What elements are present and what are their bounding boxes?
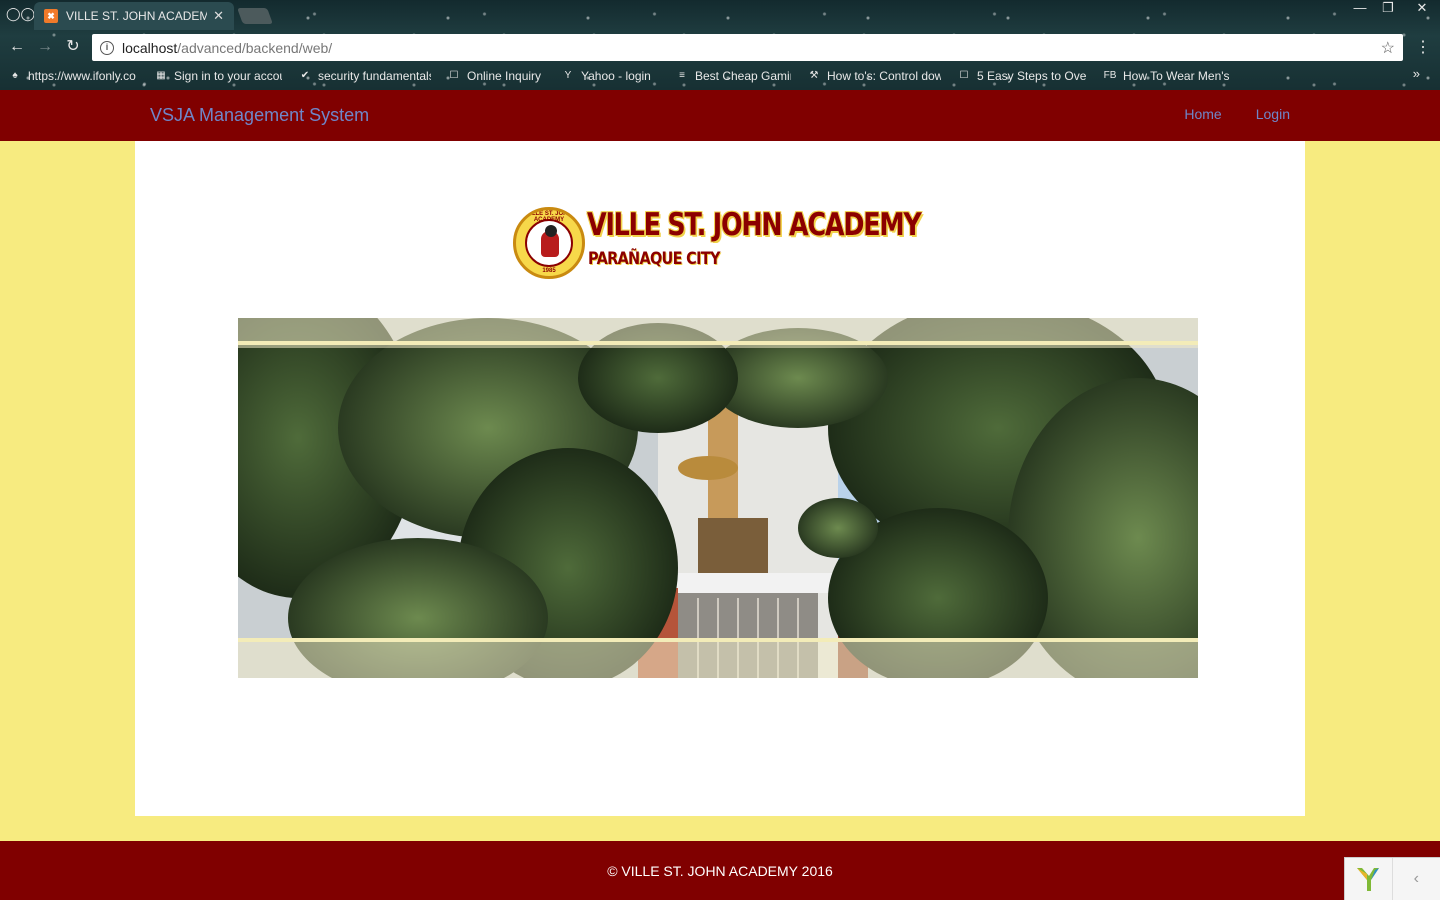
check-badge-icon: ✔ — [300, 70, 310, 81]
nav-links: Home Login — [1150, 106, 1290, 122]
logo-subtitle: PARAÑAQUE CITY — [588, 249, 720, 269]
bookmark-item[interactable]: ✔ security fundamentals — [298, 69, 431, 83]
site-navbar: VSJA Management System Home Login — [0, 90, 1440, 141]
bookmark-label: 5 Easy Steps to Overc — [977, 69, 1087, 83]
bookmark-label: How To Wear Men's S — [1123, 69, 1229, 83]
yii-debug-toolbar[interactable]: ‹ — [1344, 857, 1440, 900]
restore-icon[interactable]: ❐ — [1374, 0, 1402, 18]
bookmark-label: Sign in to your accou — [174, 69, 282, 83]
close-tab-icon[interactable]: ✕ — [213, 8, 224, 24]
bookmarks-bar: ♠ https://www.ifonly.co ▦ Sign in to your a… — [0, 64, 1440, 88]
minimize-icon[interactable]: — — [1346, 0, 1374, 18]
school-logo: VILLE ST. JOHN ACADEMY 1985 VILLE ST. JO… — [513, 207, 923, 281]
brand-link[interactable]: VSJA Management System — [150, 105, 369, 126]
address-bar[interactable]: i localhost/advanced/backend/web/ ☆ — [92, 34, 1403, 61]
tab-title: VILLE ST. JOHN ACADEM — [66, 9, 208, 23]
bookmark-label: security fundamentals — [318, 69, 431, 83]
bookmark-label: Best Cheap Gaming — [695, 69, 791, 83]
url-path: /advanced/backend/web/ — [177, 39, 333, 56]
reload-icon[interactable]: ↻ — [62, 36, 84, 58]
bookmark-item[interactable]: ▦ Sign in to your accou — [154, 69, 282, 83]
debug-toggle-chevron-icon[interactable]: ‹ — [1393, 858, 1440, 900]
seal-year-text: 1985 — [542, 268, 556, 274]
bookmark-item[interactable]: ⚒ How to's: Control dow — [807, 69, 941, 83]
bookmark-item[interactable]: ☐ Online Inquiry — [447, 69, 545, 83]
fb-icon: FB — [1103, 70, 1117, 81]
bookmark-item[interactable]: ☐ 5 Easy Steps to Overc — [957, 69, 1087, 83]
bookmark-label: Online Inquiry — [467, 69, 542, 83]
new-tab-button[interactable] — [237, 8, 273, 24]
xampp-icon: ✖ — [44, 9, 58, 23]
back-icon[interactable]: ← — [6, 36, 28, 58]
url-host: localhost — [122, 39, 178, 56]
bookmark-label: Yahoo - login — [581, 69, 651, 83]
bookmark-item[interactable]: ≡ Best Cheap Gaming — [675, 69, 791, 83]
bookmark-label: https://www.ifonly.co — [28, 69, 136, 83]
bookmark-label: How to's: Control dow — [827, 69, 941, 83]
browser-tab[interactable]: ✖ VILLE ST. JOHN ACADEM ✕ — [34, 2, 234, 30]
ifonly-icon: ♠ — [12, 70, 18, 81]
school-seal-icon: VILLE ST. JOHN ACADEMY 1985 — [513, 207, 585, 279]
page-icon: ☐ — [959, 70, 969, 81]
site-footer: © VILLE ST. JOHN ACADEMY 2016 — [0, 841, 1440, 900]
microsoft-icon: ▦ — [156, 70, 166, 81]
bookmark-item[interactable]: Y Yahoo - login — [561, 69, 659, 83]
tab-strip: ◯◯ ✖ VILLE ST. JOHN ACADEM ✕ — ❐ ✕ — [0, 0, 1440, 30]
bookmark-star-icon[interactable]: ☆ — [1381, 38, 1395, 58]
forward-icon[interactable]: → — [34, 36, 56, 58]
nav-home-link[interactable]: Home — [1184, 106, 1221, 122]
page-icon: ☐ — [449, 70, 459, 81]
yii-logo-icon[interactable] — [1345, 858, 1393, 900]
site-icon: ≡ — [679, 70, 685, 81]
browser-chrome: ◯◯ ✖ VILLE ST. JOHN ACADEM ✕ — ❐ ✕ ← → ↻… — [0, 0, 1440, 90]
browser-menu-icon[interactable]: ⋮ — [1414, 37, 1432, 57]
yahoo-icon: Y — [564, 70, 572, 81]
window-close-icon[interactable]: ✕ — [1402, 0, 1440, 18]
logo-title: VILLE ST. JOHN ACADEMY — [587, 207, 922, 243]
nav-login-link[interactable]: Login — [1256, 106, 1290, 122]
bookmark-item[interactable]: ♠ https://www.ifonly.co — [8, 69, 138, 83]
footer-copyright: © VILLE ST. JOHN ACADEMY 2016 — [607, 863, 833, 879]
window-controls: — ❐ ✕ — [1346, 0, 1440, 18]
bookmarks-overflow-icon[interactable]: » — [1413, 66, 1420, 81]
info-icon[interactable]: i — [100, 40, 114, 55]
tools-icon: ⚒ — [809, 70, 819, 81]
incognito-icon: ◯◯ — [6, 6, 36, 21]
bookmark-item[interactable]: FB How To Wear Men's S — [1103, 69, 1229, 83]
campus-banner-image — [238, 318, 1198, 678]
